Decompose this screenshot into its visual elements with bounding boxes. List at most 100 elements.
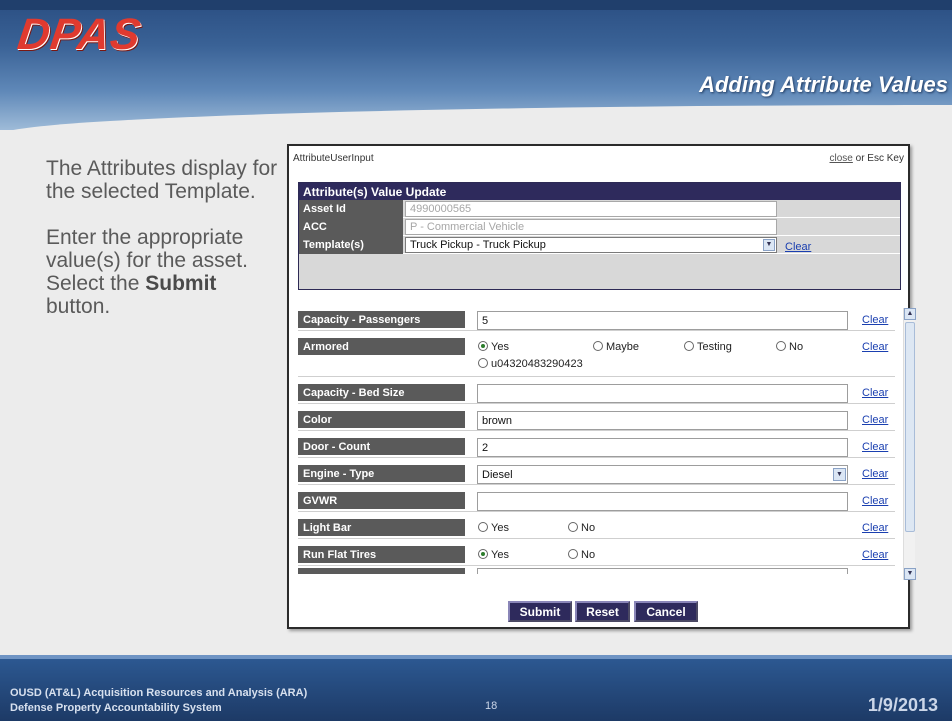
attribute-dialog: AttributeUserInput close or Esc Key Attr… <box>287 144 916 629</box>
instruction-para-2: Enter the appropriate value(s) for the a… <box>46 226 278 318</box>
radio-label: Yes <box>491 549 509 561</box>
door-count-input[interactable]: 2 <box>477 438 848 457</box>
template-value: Truck Pickup - Truck Pickup <box>410 239 546 251</box>
attribute-row: Run Flat Tires Yes No Clear <box>298 539 895 566</box>
clear-link[interactable]: Clear <box>862 549 888 561</box>
dpas-logo: DPAS <box>14 10 145 59</box>
attribute-label-partial <box>298 568 465 574</box>
armored-maybe-radio[interactable]: Maybe <box>593 341 639 353</box>
engine-type-select[interactable]: Diesel ▼ <box>477 465 848 484</box>
radio-icon <box>776 341 786 351</box>
run-flat-no-radio[interactable]: No <box>568 549 595 561</box>
radio-label: Yes <box>491 522 509 534</box>
attribute-label: Door - Count <box>298 438 465 455</box>
footer-divider <box>0 655 952 659</box>
color-input[interactable]: brown <box>477 411 848 430</box>
clear-link[interactable]: Clear <box>862 414 888 426</box>
gvwr-input[interactable] <box>477 492 848 511</box>
reset-button[interactable]: Reset <box>575 601 630 622</box>
template-select[interactable]: Truck Pickup - Truck Pickup ▼ <box>405 237 777 253</box>
attribute-label: GVWR <box>298 492 465 509</box>
radio-label: Maybe <box>606 341 640 353</box>
radio-label: Yes <box>491 341 509 353</box>
instruction-para-1: The Attributes display for the selected … <box>46 157 278 203</box>
footer-line-1: OUSD (AT&L) Acquisition Resources and An… <box>10 687 308 699</box>
slide-footer: OUSD (AT&L) Acquisition Resources and An… <box>0 655 952 721</box>
light-bar-no-radio[interactable]: No <box>568 522 595 534</box>
attribute-row: Engine - Type Diesel ▼ Clear <box>298 458 895 485</box>
esc-key-hint: or Esc Key <box>852 153 904 164</box>
slide-title: Adding Attribute Values <box>699 72 948 97</box>
attribute-row-partial <box>298 566 895 580</box>
attribute-label: Capacity - Bed Size <box>298 384 465 401</box>
instruction-text-end: button. <box>46 295 111 318</box>
template-clear-link[interactable]: Clear <box>785 241 811 253</box>
radio-selected-icon <box>478 341 488 351</box>
radio-icon <box>568 522 578 532</box>
submit-button[interactable]: Submit <box>508 601 572 622</box>
clear-link[interactable]: Clear <box>862 468 888 480</box>
attribute-row: Color brown Clear <box>298 404 895 431</box>
attribute-label: Light Bar <box>298 519 465 536</box>
instructions: The Attributes display for the selected … <box>46 157 278 341</box>
armored-custom-radio[interactable]: u04320483290423 <box>478 358 583 370</box>
footer-date: 1/9/2013 <box>867 695 938 715</box>
attribute-label: Color <box>298 411 465 428</box>
page-number: 18 <box>485 700 498 712</box>
panel-title: Attribute(s) Value Update <box>299 183 900 200</box>
header-edge <box>0 0 952 10</box>
radio-icon <box>684 341 694 351</box>
run-flat-yes-radio[interactable]: Yes <box>478 549 509 561</box>
footer-line-2: Defense Property Accountability System <box>10 702 222 714</box>
armored-no-radio[interactable]: No <box>776 341 803 353</box>
clear-link[interactable]: Clear <box>862 495 888 507</box>
attribute-label: Armored <box>298 338 465 355</box>
light-bar-yes-radio[interactable]: Yes <box>478 522 509 534</box>
radio-label: Testing <box>697 341 732 353</box>
footer-org: OUSD (AT&L) Acquisition Resources and An… <box>10 686 307 716</box>
radio-icon <box>478 522 488 532</box>
asset-id-field: 4990000565 <box>405 201 777 217</box>
clear-link[interactable]: Clear <box>862 341 888 353</box>
cancel-button[interactable]: Cancel <box>634 601 698 622</box>
attribute-row: Capacity - Passengers 5 Clear <box>298 304 895 331</box>
clear-link[interactable]: Clear <box>862 522 888 534</box>
radio-label: No <box>789 341 804 353</box>
close-link[interactable]: close <box>830 153 853 164</box>
acc-field: P - Commercial Vehicle <box>405 219 777 235</box>
scroll-thumb[interactable] <box>905 322 915 532</box>
clear-link[interactable]: Clear <box>862 387 888 399</box>
armored-yes-radio[interactable]: Yes <box>478 341 509 353</box>
radio-icon <box>478 358 488 368</box>
attribute-label: Capacity - Passengers <box>298 311 465 328</box>
radio-selected-icon <box>478 549 488 559</box>
attribute-input-partial <box>477 568 848 574</box>
dialog-close: close or Esc Key <box>830 153 905 164</box>
attribute-label: Engine - Type <box>298 465 465 482</box>
armored-testing-radio[interactable]: Testing <box>684 341 732 353</box>
asset-id-row: Asset Id 4990000565 <box>299 200 900 218</box>
engine-type-value: Diesel <box>482 469 513 481</box>
radio-label: No <box>581 549 596 561</box>
vertical-scrollbar[interactable]: ▲ ▼ <box>903 308 916 580</box>
chevron-down-icon[interactable]: ▼ <box>763 239 775 251</box>
radio-icon <box>593 341 603 351</box>
template-label: Template(s) <box>299 236 403 254</box>
attribute-row: Door - Count 2 Clear <box>298 431 895 458</box>
attribute-row: Capacity - Bed Size Clear <box>298 377 895 404</box>
scroll-up-icon[interactable]: ▲ <box>904 308 916 320</box>
attribute-list: Capacity - Passengers 5 Clear Armored Ye… <box>298 304 899 580</box>
value-update-panel: Attribute(s) Value Update Asset Id 49900… <box>298 182 901 290</box>
clear-link[interactable]: Clear <box>862 441 888 453</box>
dialog-title: AttributeUserInput <box>293 153 374 164</box>
clear-link[interactable]: Clear <box>862 314 888 326</box>
scroll-down-icon[interactable]: ▼ <box>904 568 916 580</box>
bed-size-input[interactable] <box>477 384 848 403</box>
attribute-row: Armored Yes Maybe Testing No u0432048329… <box>298 331 895 377</box>
radio-label: u04320483290423 <box>491 358 583 370</box>
capacity-passengers-input[interactable]: 5 <box>477 311 848 330</box>
attribute-row: GVWR Clear <box>298 485 895 512</box>
template-row: Template(s) Truck Pickup - Truck Pickup ▼… <box>299 236 900 254</box>
acc-label: ACC <box>299 218 403 236</box>
chevron-down-icon[interactable]: ▼ <box>833 468 846 481</box>
